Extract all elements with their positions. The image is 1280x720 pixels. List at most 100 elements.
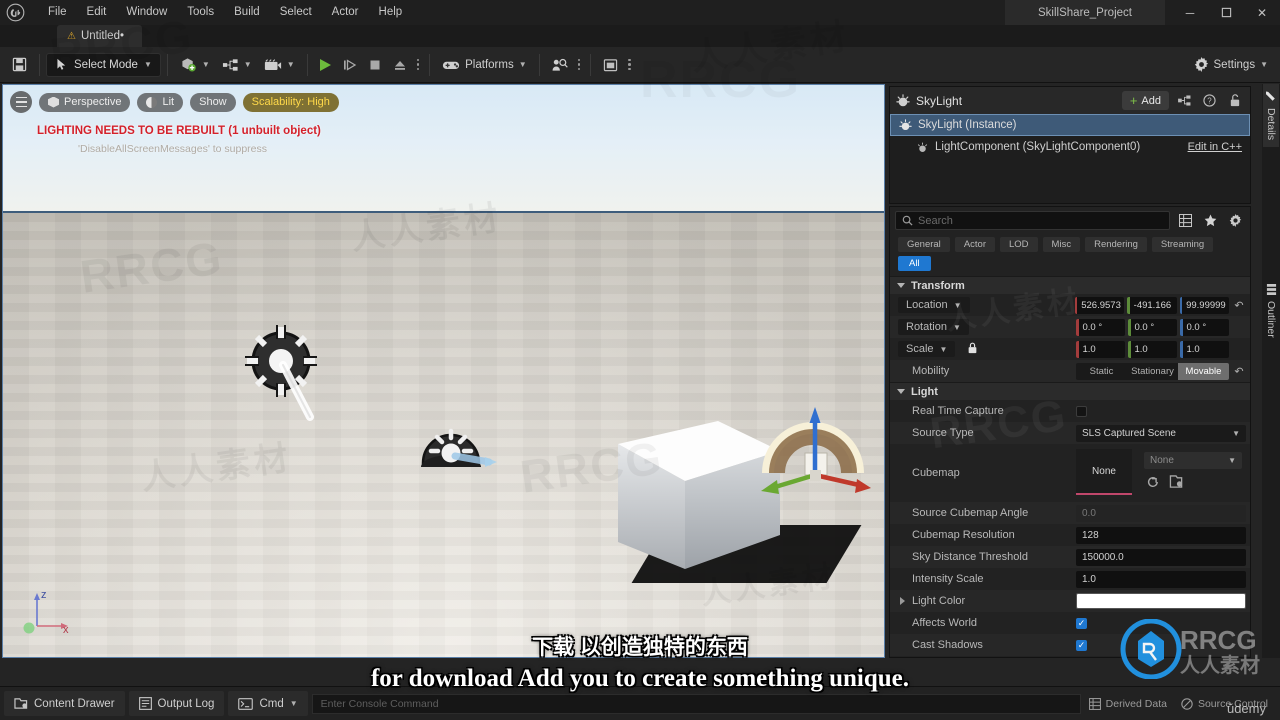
play-options-button[interactable] xyxy=(413,58,424,71)
blueprints-button[interactable]: ▼ xyxy=(216,52,258,78)
select-mode-dropdown[interactable]: Select Mode ▼ xyxy=(46,52,161,77)
mobility-option-static[interactable]: Static xyxy=(1076,363,1127,380)
output-log-button[interactable]: Output Log xyxy=(128,691,225,716)
level-viewport[interactable]: Perspective Lit Show Scalability: High L… xyxy=(2,84,885,658)
menu-item-file[interactable]: File xyxy=(38,4,77,22)
stop-button[interactable] xyxy=(363,52,387,78)
scale-x-field[interactable]: 1.0 xyxy=(1076,340,1125,358)
directional-light-actor-icon[interactable] xyxy=(413,415,503,480)
expand-triangle-icon-light-color[interactable] xyxy=(900,597,905,605)
tab-outliner[interactable]: Outliner xyxy=(1263,277,1279,345)
filter-chip-all[interactable]: All xyxy=(898,256,931,271)
sky-distance-threshold-field[interactable]: 150000.0 xyxy=(1076,548,1246,566)
close-button[interactable]: ✕ xyxy=(1244,0,1280,25)
scale-y-field[interactable]: 1.0 xyxy=(1128,340,1177,358)
play-button[interactable] xyxy=(314,52,337,78)
rotation-y-field[interactable]: 0.0 ° xyxy=(1128,318,1177,336)
translate-gizmo[interactable] xyxy=(755,401,875,511)
affects-world-checkbox[interactable]: ✓ xyxy=(1076,617,1087,629)
location-z-field[interactable]: 99.99999 xyxy=(1179,296,1229,314)
cmd-button[interactable]: Cmd ▼ xyxy=(228,691,308,716)
location-y-field[interactable]: -491.166 xyxy=(1127,296,1177,314)
rotation-x-field[interactable]: 0.0 ° xyxy=(1076,318,1125,336)
add-component-button[interactable]: + Add xyxy=(1121,91,1169,110)
scale-z-field[interactable]: 1.0 xyxy=(1180,340,1229,358)
help-icon[interactable]: ? xyxy=(1200,91,1219,110)
property-row-realtime-capture: Real Time Capture xyxy=(890,400,1250,422)
skip-button[interactable] xyxy=(337,52,363,78)
viewport-menu-button[interactable] xyxy=(10,91,32,113)
search-input[interactable]: Search xyxy=(895,211,1170,230)
location-x-field[interactable]: 526.9573 xyxy=(1074,296,1125,314)
hierarchy-icon[interactable] xyxy=(1175,91,1194,110)
settings-button[interactable]: Settings ▼ xyxy=(1188,52,1274,78)
reset-mobility-icon[interactable]: ↶ xyxy=(1232,365,1246,378)
filter-chip-rendering[interactable]: Rendering xyxy=(1085,237,1147,252)
column-view-icon[interactable] xyxy=(1176,211,1195,230)
realtime-capture-label: Real Time Capture xyxy=(912,405,1004,417)
menu-item-build[interactable]: Build xyxy=(224,4,270,22)
realtime-capture-checkbox[interactable] xyxy=(1076,405,1087,417)
menu-item-select[interactable]: Select xyxy=(270,4,322,22)
cubemap-asset-picker[interactable]: None ▼ xyxy=(1144,452,1242,469)
component-row-skylight-instance[interactable]: SkyLight (Instance) xyxy=(890,114,1250,136)
tab-details[interactable]: Details xyxy=(1263,84,1279,148)
lock-icon[interactable] xyxy=(1225,91,1244,110)
multi-user-button[interactable] xyxy=(546,52,574,78)
save-button[interactable] xyxy=(6,52,33,78)
edit-in-cpp-link[interactable]: Edit in C++ xyxy=(1188,141,1242,153)
console-command-input[interactable]: Enter Console Command xyxy=(311,693,1081,714)
favorites-star-icon[interactable] xyxy=(1201,211,1220,230)
light-color-swatch[interactable] xyxy=(1076,593,1246,609)
section-header-light[interactable]: Light xyxy=(890,382,1250,400)
level-tab-untitled[interactable]: ⚠ Untitled• xyxy=(57,25,142,47)
viewport-lit-button[interactable]: Lit xyxy=(137,92,184,112)
chevron-down-icon-rotation[interactable]: ▼ xyxy=(953,323,961,332)
expand-triangle-icon xyxy=(897,283,905,288)
menu-item-actor[interactable]: Actor xyxy=(322,4,369,22)
cubemap-asset-thumbnail[interactable]: None xyxy=(1076,449,1132,495)
menu-item-edit[interactable]: Edit xyxy=(77,4,117,22)
menu-item-help[interactable]: Help xyxy=(369,4,413,22)
rotation-z-field[interactable]: 0.0 ° xyxy=(1180,318,1229,336)
source-type-dropdown[interactable]: SLS Captured Scene ▼ xyxy=(1076,424,1246,442)
maximize-button[interactable] xyxy=(1208,0,1244,25)
viewport-scalability-button[interactable]: Scalability: High xyxy=(242,92,339,112)
source-cubemap-angle-field[interactable]: 0.0 xyxy=(1076,504,1246,522)
minimize-button[interactable]: ─ xyxy=(1172,0,1208,25)
chevron-down-icon-location[interactable]: ▼ xyxy=(954,301,962,310)
platforms-button[interactable]: Platforms ▼ xyxy=(436,52,533,78)
multi-user-options-button[interactable] xyxy=(574,58,585,71)
filter-chip-actor[interactable]: Actor xyxy=(954,237,995,252)
section-header-transform[interactable]: Transform xyxy=(890,276,1250,294)
filter-chip-misc[interactable]: Misc xyxy=(1042,237,1081,252)
use-selected-asset-icon[interactable] xyxy=(1169,475,1184,492)
browse-to-asset-icon[interactable] xyxy=(1146,475,1160,492)
filter-chip-general[interactable]: General xyxy=(898,237,950,252)
filter-chip-lod[interactable]: LOD xyxy=(1000,237,1038,252)
add-actor-button[interactable]: ▼ xyxy=(174,52,216,78)
menu-item-tools[interactable]: Tools xyxy=(177,4,224,22)
reset-location-icon[interactable]: ↶ xyxy=(1232,299,1246,312)
viewport-show-button[interactable]: Show xyxy=(190,92,236,112)
intensity-scale-field[interactable]: 1.0 xyxy=(1076,570,1246,588)
component-row-lightcomponent[interactable]: LightComponent (SkyLightComponent0) Edit… xyxy=(890,136,1250,158)
menu-item-window[interactable]: Window xyxy=(116,4,177,22)
mobility-option-stationary[interactable]: Stationary xyxy=(1127,363,1178,380)
derived-data-button[interactable]: Derived Data xyxy=(1088,698,1167,710)
scale-lock-icon[interactable] xyxy=(967,342,978,357)
skylight-actor-icon[interactable] xyxy=(238,317,330,437)
cubemap-resolution-field[interactable]: 128 xyxy=(1076,526,1246,544)
details-settings-gear-icon[interactable] xyxy=(1226,211,1245,230)
cubemap-resolution-label: Cubemap Resolution xyxy=(912,529,1015,541)
filter-chip-streaming[interactable]: Streaming xyxy=(1151,237,1214,252)
content-button[interactable] xyxy=(597,52,624,78)
cinematics-button[interactable]: ▼ xyxy=(258,52,301,78)
content-drawer-button[interactable]: Content Drawer xyxy=(4,691,125,716)
chevron-down-icon-scale[interactable]: ▼ xyxy=(940,345,948,354)
mobility-option-movable[interactable]: Movable xyxy=(1178,362,1229,380)
viewport-perspective-button[interactable]: Perspective xyxy=(39,92,131,112)
content-options-button[interactable] xyxy=(624,58,635,71)
eject-button[interactable] xyxy=(387,52,413,78)
eject-icon xyxy=(394,60,405,70)
